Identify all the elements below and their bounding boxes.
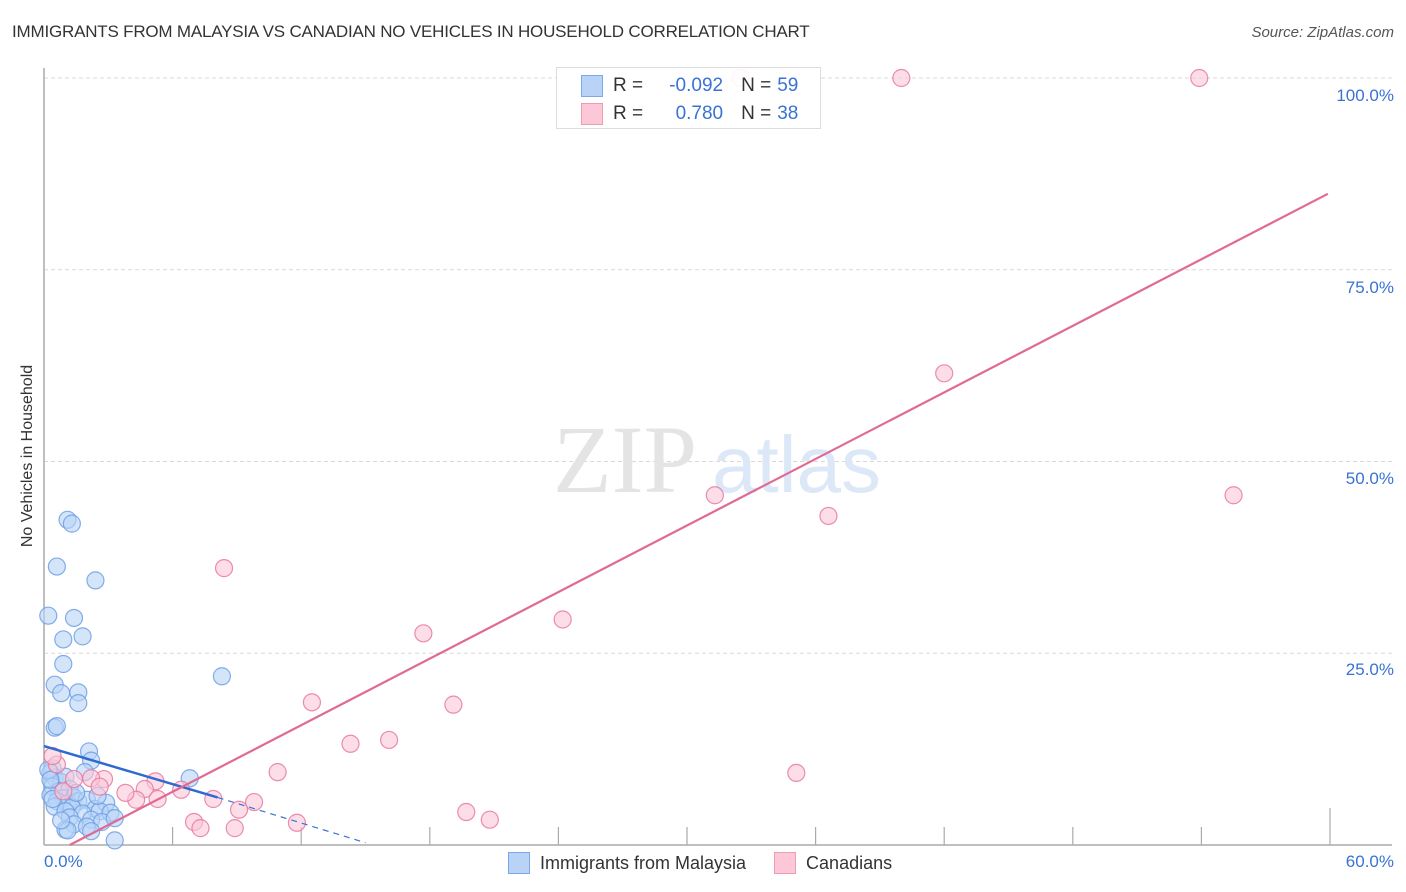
malaysia-data-point — [47, 557, 66, 576]
scatter-chart: ZIP atlas — [39, 68, 1392, 850]
malaysia-data-point — [86, 571, 105, 590]
r-value: 0.780 — [675, 103, 724, 124]
legend-swatch-blue — [581, 75, 603, 97]
malaysia-data-point — [73, 627, 92, 646]
canadians-trend-line — [69, 192, 1329, 846]
canadians-data-point — [935, 364, 954, 383]
malaysia-data-point — [47, 717, 66, 736]
malaysia-data-point — [62, 514, 81, 533]
n-value: 59 — [777, 75, 799, 96]
malaysia-trend-extension — [217, 796, 366, 844]
canadians-data-point — [414, 624, 433, 643]
r-label: R = — [613, 103, 644, 124]
canadians-data-point — [90, 777, 109, 796]
malaysia-data-point — [212, 667, 231, 686]
canadians-data-point — [787, 763, 806, 783]
y-tick-label-100: 100.0% — [1336, 86, 1394, 105]
canadians-data-point — [341, 734, 360, 753]
x-tick-label-max: 60.0% — [1345, 852, 1394, 871]
legend-swatch-blue — [508, 852, 530, 874]
watermark-atlas: atlas — [712, 420, 881, 509]
malaysia-data-point — [52, 811, 71, 830]
canadians-data-point — [287, 813, 307, 832]
canadians-data-point — [379, 730, 399, 750]
r-value: -0.092 — [669, 75, 724, 96]
canadians-data-point — [553, 610, 572, 629]
canadians-data-point — [204, 789, 223, 809]
malaysia-data-point — [39, 606, 58, 625]
canadians-data-point — [892, 68, 911, 88]
trend-lines — [43, 192, 1329, 846]
canadians-data-point — [268, 763, 287, 782]
series-legend: Immigrants from Malaysia Canadians — [508, 852, 920, 874]
stats-legend: R = -0.092 N = 59 R = 0.780 N = 38 — [556, 67, 821, 129]
canadians-data-point — [302, 693, 322, 712]
x-tick-label-min: 0.0% — [44, 852, 83, 871]
legend-swatch-pink — [581, 103, 603, 125]
r-label: R = — [613, 75, 644, 96]
canadians-data-point — [444, 695, 463, 714]
canadians-data-point — [191, 819, 210, 838]
canadians-data-point — [116, 783, 135, 802]
legend-swatch-pink — [774, 852, 797, 874]
canadians-data-point — [1190, 68, 1209, 88]
legend-item-canadians[interactable]: Canadians — [774, 852, 892, 874]
malaysia-data-point — [54, 630, 73, 649]
n-label: N = — [741, 103, 772, 124]
legend-label-malaysia: Immigrants from Malaysia — [540, 852, 747, 873]
legend-row-canadians: R = 0.780 N = 38 — [581, 101, 798, 127]
canadians-data-point — [480, 810, 499, 829]
malaysia-data-point — [64, 608, 84, 628]
malaysia-data-point — [105, 831, 124, 850]
malaysia-data-point — [69, 694, 88, 713]
canadians-data-point — [64, 769, 84, 789]
legend-label-canadians: Canadians — [806, 852, 893, 873]
y-axis-label: No Vehicles in Household — [19, 364, 36, 548]
canadians-data-point — [225, 819, 244, 838]
legend-item-malaysia[interactable]: Immigrants from Malaysia — [508, 852, 746, 874]
malaysia-data-point — [52, 684, 71, 703]
n-label: N = — [741, 75, 772, 96]
y-tick-label-50: 50.0% — [1345, 469, 1394, 488]
y-tick-label-25: 25.0% — [1345, 660, 1394, 679]
canadians-data-point — [457, 802, 476, 822]
malaysia-data-point — [54, 654, 73, 674]
canadians-data-point — [705, 486, 724, 505]
gridlines — [44, 77, 1392, 654]
y-tick-label-75: 75.0% — [1345, 278, 1394, 297]
n-value: 38 — [777, 103, 799, 124]
canadians-data-point — [819, 506, 838, 526]
canadians-data-point — [1224, 486, 1243, 505]
legend-row-malaysia: R = -0.092 N = 59 — [581, 73, 798, 99]
canadians-data-point — [214, 559, 234, 578]
watermark-zip: ZIP — [553, 406, 697, 513]
